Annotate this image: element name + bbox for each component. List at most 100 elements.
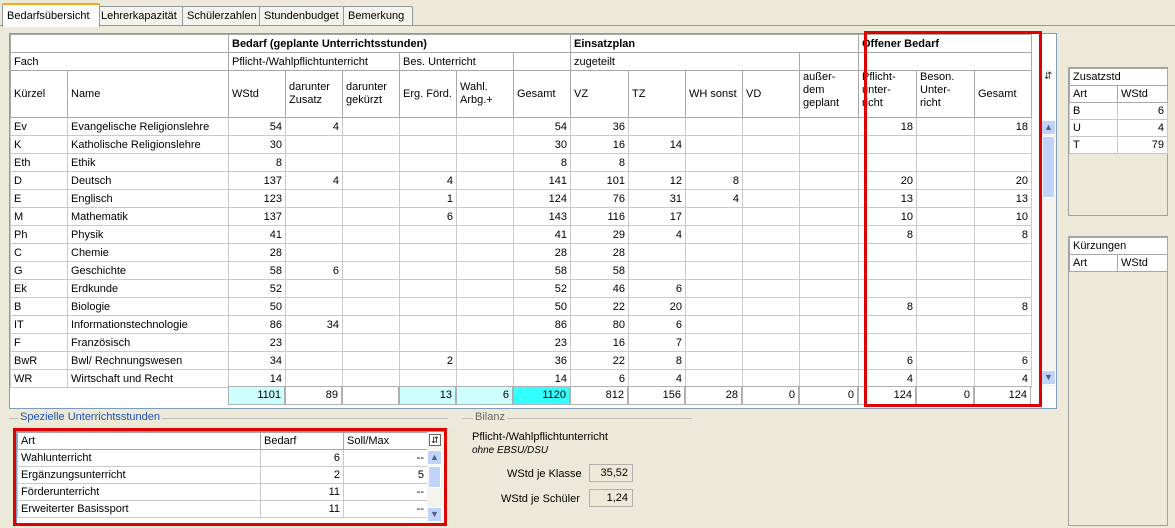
cell-name[interactable]: Informationstechnologie <box>67 315 229 334</box>
cell-value[interactable]: 86 <box>228 315 286 334</box>
spezielle-grid[interactable]: Art Bedarf Soll/Max Wahlunterricht 6 -- Erg… <box>16 431 445 524</box>
table-row[interactable]: Ev Evangelische Religionslehre 54 4 54 36 18 18 <box>10 117 1032 136</box>
spezielle-scroll-thumb[interactable] <box>428 466 441 488</box>
cell-value[interactable] <box>399 153 457 172</box>
spezielle-soll-max[interactable]: 5 <box>343 466 428 484</box>
cell-value[interactable] <box>456 135 514 154</box>
cell-value[interactable] <box>342 135 400 154</box>
cell-value[interactable] <box>858 261 917 280</box>
cell-value[interactable]: 4 <box>285 117 343 136</box>
col-vd[interactable]: VD <box>742 70 800 118</box>
cell-value[interactable] <box>799 225 859 244</box>
cell-value[interactable]: 50 <box>228 297 286 316</box>
cell-value[interactable]: 36 <box>513 351 571 370</box>
cell-value[interactable]: 137 <box>228 171 286 190</box>
cell-value[interactable]: 101 <box>570 171 629 190</box>
cell-value[interactable] <box>799 351 859 370</box>
cell-value[interactable]: 137 <box>228 207 286 226</box>
spezielle-soll-max[interactable]: -- <box>343 449 428 467</box>
cell-value[interactable]: 8 <box>685 171 743 190</box>
zusatzstd-col-art[interactable]: Art <box>1069 85 1118 103</box>
table-row[interactable]: Ek Erdkunde 52 52 46 6 <box>10 279 1032 298</box>
cell-value[interactable] <box>342 117 400 136</box>
cell-kuerzel[interactable]: BwR <box>10 351 68 370</box>
scroll-thumb[interactable] <box>1042 136 1055 198</box>
cell-name[interactable]: Evangelische Religionslehre <box>67 117 229 136</box>
cell-value[interactable] <box>916 369 975 388</box>
spezielle-row[interactable]: Erweiterter Basissport 11 -- <box>17 500 428 518</box>
cell-value[interactable] <box>916 261 975 280</box>
cell-value[interactable] <box>858 333 917 352</box>
tab-schuelerzahlen[interactable]: Schülerzahlen <box>182 6 262 25</box>
cell-value[interactable]: 13 <box>974 189 1032 208</box>
column-chooser[interactable]: ⇵ <box>1041 68 1056 120</box>
cell-value[interactable]: 31 <box>628 189 686 208</box>
cell-value[interactable] <box>456 297 514 316</box>
cell-value[interactable] <box>399 369 457 388</box>
cell-value[interactable] <box>285 207 343 226</box>
kuerzungen-col-art[interactable]: Art <box>1069 254 1118 272</box>
scroll-up-button[interactable]: ▲ <box>1041 120 1056 135</box>
cell-value[interactable] <box>285 279 343 298</box>
cell-value[interactable]: 8 <box>858 297 917 316</box>
cell-value[interactable] <box>399 297 457 316</box>
cell-value[interactable] <box>799 261 859 280</box>
cell-kuerzel[interactable]: Ek <box>10 279 68 298</box>
cell-value[interactable]: 6 <box>974 351 1032 370</box>
cell-value[interactable] <box>742 171 800 190</box>
cell-value[interactable]: 52 <box>513 279 571 298</box>
cell-name[interactable]: Geschichte <box>67 261 229 280</box>
cell-name[interactable]: Physik <box>67 225 229 244</box>
spezielle-scrollbar[interactable]: ⇵ ▲ ▼ <box>427 432 443 523</box>
cell-value[interactable]: 41 <box>513 225 571 244</box>
cell-value[interactable]: 50 <box>513 297 571 316</box>
cell-value[interactable]: 8 <box>974 225 1032 244</box>
cell-value[interactable]: 14 <box>513 369 571 388</box>
cell-value[interactable]: 80 <box>570 315 629 334</box>
cell-value[interactable] <box>742 297 800 316</box>
col-kuerzel[interactable]: Kürzel <box>10 70 68 118</box>
cell-value[interactable] <box>799 279 859 298</box>
cell-value[interactable] <box>799 135 859 154</box>
cell-value[interactable] <box>285 189 343 208</box>
spezielle-column-chooser-icon[interactable]: ⇵ <box>429 434 441 446</box>
zusatzstd-art[interactable]: U <box>1069 119 1118 137</box>
cell-value[interactable] <box>742 261 800 280</box>
cell-value[interactable]: 58 <box>570 261 629 280</box>
cell-value[interactable] <box>742 315 800 334</box>
cell-value[interactable]: 23 <box>513 333 571 352</box>
cell-value[interactable]: 8 <box>570 153 629 172</box>
cell-value[interactable] <box>342 279 400 298</box>
cell-value[interactable] <box>456 315 514 334</box>
cell-value[interactable]: 116 <box>570 207 629 226</box>
table-row[interactable]: E Englisch 123 1 124 76 31 4 13 13 <box>10 189 1032 208</box>
cell-kuerzel[interactable]: F <box>10 333 68 352</box>
cell-value[interactable] <box>628 117 686 136</box>
cell-value[interactable]: 20 <box>628 297 686 316</box>
cell-value[interactable] <box>342 243 400 262</box>
cell-value[interactable] <box>342 189 400 208</box>
cell-value[interactable] <box>858 153 917 172</box>
cell-value[interactable] <box>342 153 400 172</box>
cell-value[interactable] <box>974 333 1032 352</box>
cell-value[interactable] <box>628 153 686 172</box>
col-erg-foerd[interactable]: Erg. Förd. <box>399 70 457 118</box>
spezielle-row[interactable]: Wahlunterricht 6 -- <box>17 449 428 467</box>
cell-value[interactable]: 36 <box>570 117 629 136</box>
cell-kuerzel[interactable]: Eth <box>10 153 68 172</box>
cell-value[interactable]: 123 <box>228 189 286 208</box>
cell-value[interactable] <box>916 135 975 154</box>
cell-value[interactable] <box>742 333 800 352</box>
cell-value[interactable] <box>974 279 1032 298</box>
cell-value[interactable]: 20 <box>858 171 917 190</box>
cell-value[interactable]: 14 <box>628 135 686 154</box>
zusatzstd-wstd[interactable]: 4 <box>1117 119 1168 137</box>
cell-value[interactable]: 4 <box>628 369 686 388</box>
cell-kuerzel[interactable]: B <box>10 297 68 316</box>
cell-value[interactable] <box>916 351 975 370</box>
cell-value[interactable] <box>685 261 743 280</box>
spezielle-row[interactable]: Förderunterricht 11 -- <box>17 483 428 501</box>
cell-kuerzel[interactable]: Ph <box>10 225 68 244</box>
cell-value[interactable] <box>974 315 1032 334</box>
col-gesamt[interactable]: Gesamt <box>513 70 571 118</box>
